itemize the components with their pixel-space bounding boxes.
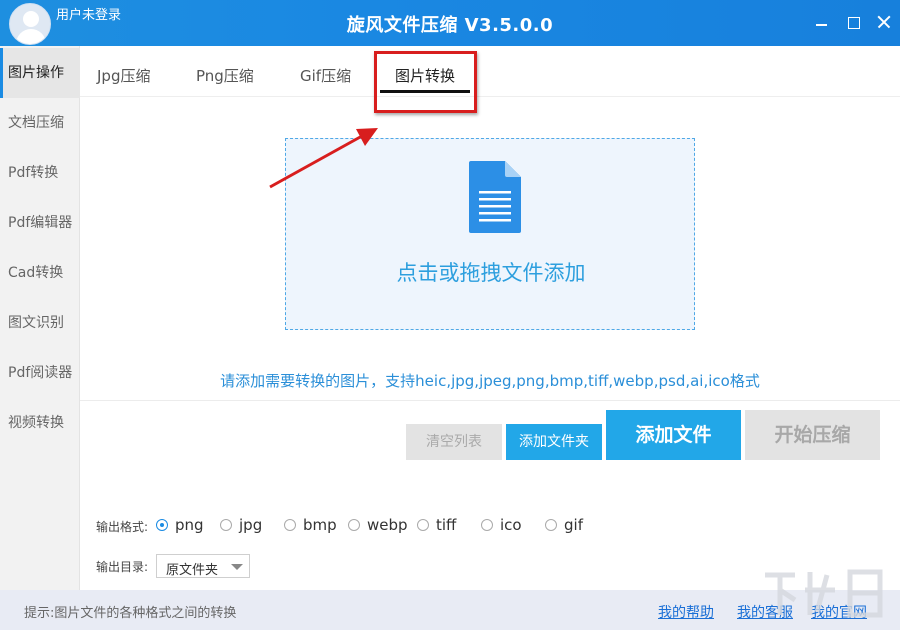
maximize-icon[interactable] [845,13,863,31]
sidebar-item-cad-convert[interactable]: Cad转换 [0,248,80,298]
output-dir-value: 原文件夹 [166,563,219,578]
tab-jpg-compress[interactable]: Jpg压缩 [97,46,150,97]
sidebar-item-pdf-reader[interactable]: Pdf阅读器 [0,348,80,398]
close-icon[interactable] [875,13,893,31]
sidebar-item-video-convert[interactable]: 视频转换 [0,398,80,448]
website-link[interactable]: 我的官网 [811,602,867,622]
title-bar: 用户未登录 旋风文件压缩 V3.5.0.0 [0,0,900,46]
sidebar-item-image-ops[interactable]: 图片操作 [0,48,80,98]
sidebar-item-pdf-convert[interactable]: Pdf转换 [0,148,80,198]
output-dir-select[interactable]: 原文件夹 [156,554,250,578]
drop-zone-label: 点击或拖拽文件添加 [396,261,586,285]
format-option-label: ico [500,516,522,534]
tab-png-compress[interactable]: Png压缩 [196,46,254,97]
format-option-label: gif [564,516,583,534]
support-link[interactable]: 我的客服 [737,602,793,622]
format-option-label: bmp [303,516,337,534]
document-icon [469,161,521,233]
format-option-label: tiff [436,516,457,534]
supported-formats-hint: 请添加需要转换的图片，支持heic,jpg,jpeg,png,bmp,tiff,… [220,372,760,390]
add-file-button[interactable]: 添加文件 [606,410,741,460]
format-option-label: jpg [239,516,263,534]
format-option-label: png [175,516,204,534]
tab-gif-compress[interactable]: Gif压缩 [300,46,351,97]
start-compress-button[interactable]: 开始压缩 [745,410,880,460]
add-folder-button[interactable]: 添加文件夹 [506,424,602,460]
footer-tip: 提示:图片文件的各种格式之间的转换 [24,606,237,621]
sidebar-item-pdf-editor[interactable]: Pdf编辑器 [0,198,80,248]
help-link[interactable]: 我的帮助 [658,602,714,622]
sidebar: 图片操作 文档压缩 Pdf转换 Pdf编辑器 Cad转换 图文识别 Pdf阅读器… [0,46,80,590]
tab-bar: Jpg压缩 Png压缩 Gif压缩 图片转换 [80,46,900,97]
footer-bar: 提示:图片文件的各种格式之间的转换 我的帮助 我的客服 我的官网 [0,590,900,630]
active-tab-underline [380,90,470,93]
divider [80,400,900,401]
clear-list-button[interactable]: 清空列表 [406,424,502,460]
output-dir-label: 输出目录: [96,560,149,574]
sidebar-item-ocr[interactable]: 图文识别 [0,298,80,348]
sidebar-item-doc-compress[interactable]: 文档压缩 [0,98,80,148]
minimize-icon[interactable] [813,13,831,31]
chevron-down-icon [231,564,243,570]
file-drop-zone[interactable]: 点击或拖拽文件添加 [285,138,695,330]
app-title: 旋风文件压缩 V3.5.0.0 [346,15,554,36]
output-format-label: 输出格式: [96,520,149,534]
format-option-label: webp [367,516,408,534]
